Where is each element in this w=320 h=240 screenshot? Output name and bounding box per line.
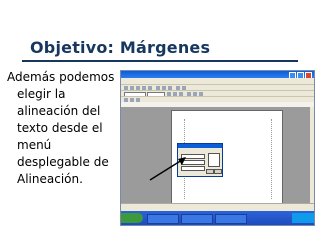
taskbar-item (181, 214, 213, 224)
start-button (121, 213, 143, 223)
alignment-dropdown (181, 166, 205, 171)
body-text-continuation: elegir la alineación del texto desde el … (17, 87, 109, 186)
dialog-cancel-button (214, 169, 222, 174)
taskbar-item (215, 214, 247, 224)
dialog-field (181, 160, 205, 165)
slide: Objetivo: Márgenes Además podemos elegir… (0, 0, 320, 240)
dialog-field (181, 154, 205, 159)
taskbar-item (147, 214, 179, 224)
word-screenshot (120, 70, 315, 226)
body-text-first-line: Además podemos (7, 70, 115, 84)
window-title-bar (121, 71, 314, 79)
page-setup-dialog (177, 143, 223, 177)
title-underline (22, 60, 298, 62)
body-text: Además podemos elegir la alineación del … (7, 69, 125, 188)
dialog-preview (208, 153, 220, 167)
dialog-title-bar (178, 144, 222, 148)
document-area (121, 107, 314, 205)
windows-taskbar (121, 211, 314, 225)
dialog-ok-button (206, 169, 214, 174)
vertical-scrollbar (310, 107, 314, 203)
slide-title: Objetivo: Márgenes (30, 38, 211, 57)
system-tray (292, 213, 314, 223)
